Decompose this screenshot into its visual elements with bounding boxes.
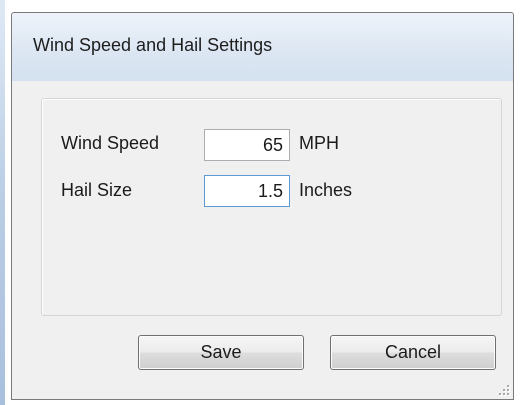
title-bar[interactable]: Wind Speed and Hail Settings	[12, 13, 513, 82]
desktop-background-strip	[0, 0, 5, 405]
hail-size-unit: Inches	[299, 180, 353, 200]
settings-group-panel: Wind Speed MPH Hail Size Inches	[41, 98, 502, 316]
settings-dialog: Wind Speed and Hail Settings Wind Speed …	[11, 12, 514, 400]
save-button[interactable]: Save	[138, 335, 304, 370]
cancel-button[interactable]: Cancel	[330, 335, 496, 370]
wind-speed-unit: MPH	[299, 133, 339, 153]
hail-size-label: Hail Size	[61, 180, 133, 200]
resize-grip-icon[interactable]	[498, 384, 510, 396]
dialog-title: Wind Speed and Hail Settings	[33, 35, 273, 55]
wind-speed-label: Wind Speed	[61, 133, 160, 153]
hail-size-input[interactable]	[204, 175, 290, 207]
dialog-client-area: Wind Speed MPH Hail Size Inches Save Can…	[12, 81, 513, 399]
screen: Wind Speed and Hail Settings Wind Speed …	[0, 0, 520, 405]
wind-speed-input[interactable]	[204, 129, 290, 161]
